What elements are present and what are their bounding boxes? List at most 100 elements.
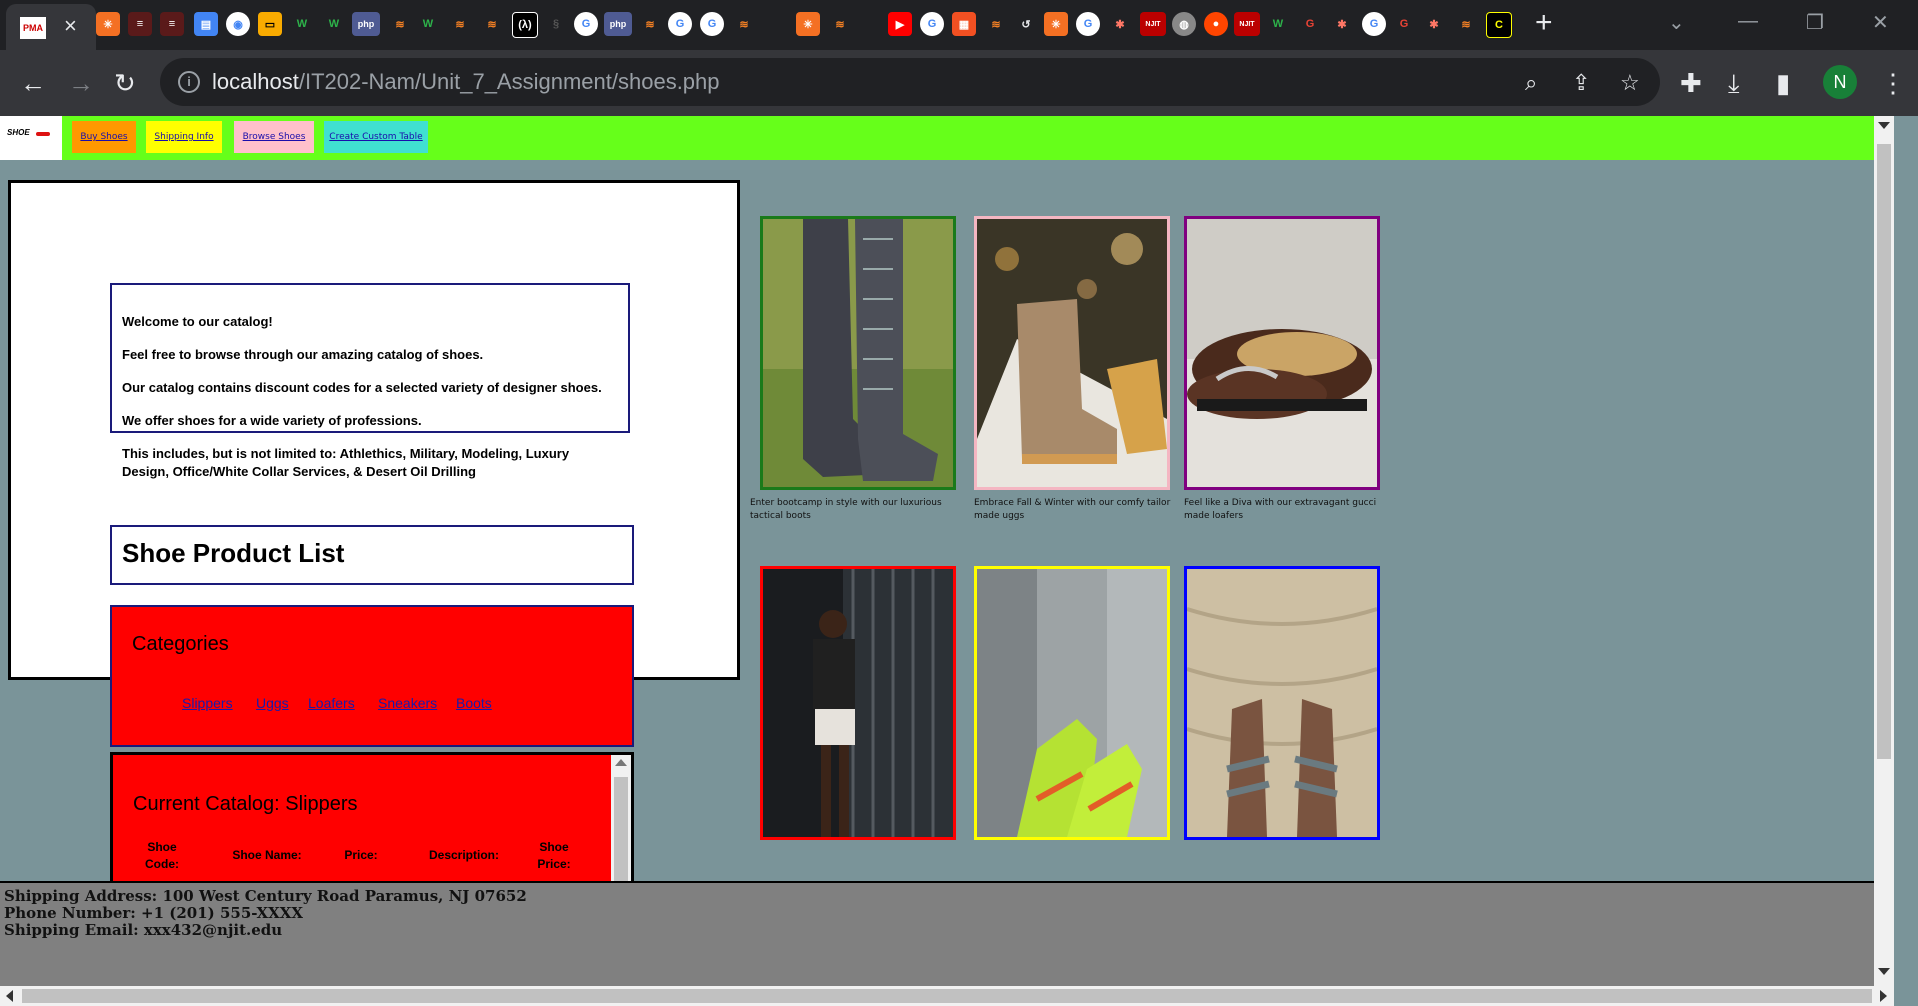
google-tab-icon[interactable]: G: [668, 12, 692, 36]
column-header-shoe-price: Shoe Price:: [537, 840, 571, 871]
nav-browse-shoes-button[interactable]: Browse Shoes: [234, 121, 314, 153]
njit-tab-icon[interactable]: NJIT: [1234, 12, 1260, 36]
scroll-up-arrow-icon[interactable]: [1878, 122, 1890, 129]
address-url[interactable]: localhost/IT202-Nam/Unit_7_Assignment/sh…: [212, 69, 720, 95]
google-docs-tab-icon[interactable]: ▤: [194, 12, 218, 36]
welcome-line: Our catalog contains discount codes for …: [122, 380, 602, 395]
nav-shipping-info-button[interactable]: Shipping Info: [146, 121, 222, 153]
page-vertical-scrollbar[interactable]: [1874, 116, 1894, 986]
welcome-line: This includes, but is not limited to: At…: [122, 446, 570, 479]
address-bar[interactable]: i localhost/IT202-Nam/Unit_7_Assignment/…: [160, 58, 1660, 106]
reddit-tab-icon[interactable]: ●: [1204, 12, 1228, 36]
category-link-slippers[interactable]: Slippers: [182, 695, 233, 711]
close-tab-icon[interactable]: ×: [64, 15, 77, 37]
active-tab[interactable]: PMA ×: [6, 4, 96, 50]
google-tab-icon[interactable]: G: [700, 12, 724, 36]
stackoverflow-tab-icon[interactable]: ≋: [480, 12, 504, 36]
google-tab-icon[interactable]: G: [574, 12, 598, 36]
nav-buy-shoes-button[interactable]: Buy Shoes: [72, 121, 136, 153]
extensions-icon[interactable]: ✚: [1680, 68, 1702, 98]
xampp-tab-icon[interactable]: ✳: [96, 12, 120, 36]
scroll-left-arrow-icon[interactable]: [6, 990, 13, 1002]
site-info-icon[interactable]: i: [178, 71, 200, 93]
page-horizontal-scrollbar[interactable]: [0, 986, 1894, 1006]
category-link-sneakers[interactable]: Sneakers: [378, 695, 437, 711]
microsoft-tab-icon[interactable]: ▦: [952, 12, 976, 36]
google-tab-icon[interactable]: G: [1298, 12, 1322, 36]
minimize-icon[interactable]: —: [1738, 10, 1758, 33]
share-icon[interactable]: ⇪: [1572, 70, 1590, 96]
restore-icon[interactable]: ❐: [1806, 10, 1824, 35]
xampp-tab-icon[interactable]: ✳: [1044, 12, 1068, 36]
uggs-image[interactable]: [974, 216, 1170, 490]
w-tab-icon[interactable]: W: [416, 12, 440, 36]
asterisk-tab-icon[interactable]: ✱: [1108, 12, 1132, 36]
sneaker-model-image[interactable]: [760, 566, 956, 840]
yeezy-sneakers-image[interactable]: [974, 566, 1170, 840]
tab-search-icon[interactable]: ⌄: [1668, 10, 1685, 35]
stackoverflow-tab-icon[interactable]: ≋: [1454, 12, 1478, 36]
globe-tab-icon[interactable]: ◍: [1172, 12, 1196, 36]
google-tab-icon[interactable]: G: [920, 12, 944, 36]
scroll-up-arrow-icon[interactable]: [615, 759, 627, 766]
back-icon[interactable]: ←: [20, 68, 46, 98]
stackoverflow-tab-icon[interactable]: ≋: [984, 12, 1008, 36]
new-tab-icon[interactable]: +: [1535, 8, 1553, 38]
google-tab-icon[interactable]: G: [1392, 12, 1416, 36]
forward-icon[interactable]: →: [68, 68, 94, 98]
category-link-boots[interactable]: Boots: [456, 695, 492, 711]
youtube-tab-icon[interactable]: ▶: [888, 12, 912, 36]
w-tab-icon[interactable]: W: [290, 12, 314, 36]
stackoverflow-tab-icon[interactable]: ≋: [448, 12, 472, 36]
c-tab-icon[interactable]: C: [1486, 12, 1512, 38]
asterisk-tab-icon[interactable]: ✱: [1330, 12, 1354, 36]
tab-icon[interactable]: ≡: [160, 12, 184, 36]
loafers-image[interactable]: [1184, 216, 1380, 490]
scroll-right-arrow-icon[interactable]: [1880, 990, 1887, 1002]
menu-kebab-icon[interactable]: ⋮: [1880, 68, 1906, 98]
download-icon[interactable]: ⤓: [1728, 68, 1740, 98]
image-caption: Enter bootcamp in style with our luxurio…: [750, 498, 942, 521]
google-tab-icon[interactable]: G: [1076, 12, 1100, 36]
close-window-icon[interactable]: ✕: [1872, 10, 1889, 35]
column-header-description: Description:: [428, 848, 499, 862]
profile-avatar[interactable]: N: [1823, 65, 1857, 99]
boots-image[interactable]: [760, 216, 956, 490]
zoom-icon[interactable]: ⌕: [1525, 70, 1537, 96]
asterisk-tab-icon[interactable]: ✱: [1422, 12, 1446, 36]
stackoverflow-tab-icon[interactable]: ≋: [828, 12, 852, 36]
image-caption: Embrace Fall & Winter with our comfy tai…: [974, 498, 1171, 521]
slides-tab-icon[interactable]: ▭: [258, 12, 282, 36]
shipping-phone: Phone Number: +1 (201) 555-XXXX: [4, 904, 303, 922]
freecodecamp-tab-icon[interactable]: (λ): [512, 12, 538, 38]
page-hscrollbar-thumb[interactable]: [22, 989, 1872, 1003]
xampp-tab-icon[interactable]: ✳: [796, 12, 820, 36]
w-tab-icon[interactable]: W: [322, 12, 346, 36]
njit-tab-icon[interactable]: NJIT: [1140, 12, 1166, 36]
side-panel-icon[interactable]: ▮: [1776, 68, 1790, 98]
stackoverflow-tab-icon[interactable]: ≋: [732, 12, 756, 36]
bookmark-star-icon[interactable]: ☆: [1620, 70, 1640, 96]
page-viewport: SHOE Buy Shoes Shipping Info Browse Shoe…: [0, 116, 1918, 1006]
category-link-uggs[interactable]: Uggs: [256, 695, 289, 711]
image-caption: Feel like a Diva with our extravagant gu…: [1184, 498, 1377, 521]
category-link-loafers[interactable]: Loafers: [308, 695, 355, 711]
scroll-down-arrow-icon[interactable]: [1878, 968, 1890, 975]
history-tab-icon[interactable]: ↺: [1014, 12, 1038, 36]
php-tab-icon[interactable]: php: [352, 12, 380, 36]
logo-text: SHOE: [7, 128, 30, 137]
browser-tab-strip: PMA × ✳ ≡ ≡ ▤ ◉ ▭ W W php ≋ W ≋ ≋ (λ) § …: [0, 0, 1918, 50]
w-tab-icon[interactable]: W: [1266, 12, 1290, 36]
stackoverflow-tab-icon[interactable]: ≋: [638, 12, 662, 36]
reload-icon[interactable]: ↻: [114, 68, 136, 98]
nav-create-custom-table-button[interactable]: Create Custom Table: [324, 121, 428, 153]
stackoverflow-tab-icon[interactable]: ≋: [388, 12, 412, 36]
chrome-tab-icon[interactable]: ◉: [226, 12, 250, 36]
link-tab-icon[interactable]: §: [544, 12, 568, 36]
page-scrollbar-thumb[interactable]: [1877, 144, 1891, 759]
google-tab-icon[interactable]: G: [1362, 12, 1386, 36]
site-logo[interactable]: SHOE: [0, 116, 62, 160]
php-tab-icon[interactable]: php: [604, 12, 632, 36]
tab-icon[interactable]: ≡: [128, 12, 152, 36]
sandals-image[interactable]: [1184, 566, 1380, 840]
